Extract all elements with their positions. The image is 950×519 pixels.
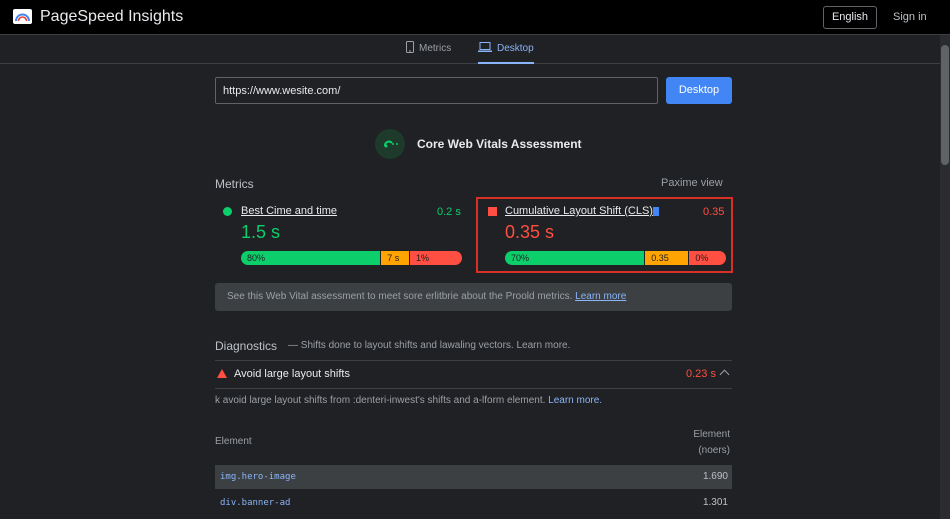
table-cell-value: 1.301: [702, 497, 728, 508]
device-tab-bar: Metrics Desktop: [0, 35, 950, 64]
highlight-box: [476, 197, 733, 273]
analyze-button[interactable]: Desktop: [666, 77, 732, 104]
distribution-bar-1: 80% 7 s 1%: [241, 251, 462, 265]
tab-metrics-label: Metrics: [419, 43, 452, 54]
table-header-value-line-1: Element: [693, 429, 730, 440]
table-cell-element: div.banner-ad: [220, 498, 291, 508]
pagespeed-logo-icon: [13, 9, 32, 24]
info-learn-more-link[interactable]: Learn more: [575, 291, 626, 302]
tab-metrics[interactable]: Metrics: [406, 35, 451, 64]
table-row[interactable]: div.banner-ad 1.301: [215, 491, 732, 515]
view-toggle[interactable]: Paxime view: [661, 177, 723, 189]
core-web-vitals-icon: [375, 129, 405, 159]
metric-value-big-1: 1.5 s: [241, 222, 281, 242]
language-button[interactable]: English: [823, 6, 877, 29]
warning-triangle-icon: [217, 369, 227, 378]
divider: [215, 360, 732, 361]
assessment-title: Core Web Vitals Assessment: [417, 137, 582, 151]
poor-segment: 1%: [408, 251, 462, 265]
tab-desktop-label: Desktop: [497, 43, 534, 54]
table-header-element: Element: [215, 436, 252, 447]
table-header-value: Element (noers): [680, 427, 730, 459]
phone-icon: [406, 41, 414, 54]
diagnostics-description: — Shifts done to layout shifts and lawal…: [288, 340, 571, 351]
audit-value: 0.23 s: [686, 368, 716, 380]
sign-in-link[interactable]: Sign in: [893, 11, 927, 23]
scrollbar-thumb[interactable]: [941, 45, 949, 165]
audit-title: Avoid large layout shifts: [234, 368, 350, 380]
divider: [215, 388, 732, 389]
audit-description: k avoid large layout shifts from :denter…: [215, 395, 602, 406]
metric-value-small-1: 0.2 s: [437, 206, 461, 218]
tab-desktop[interactable]: Desktop: [478, 35, 534, 64]
chevron-up-icon[interactable]: [719, 369, 730, 380]
needs-improvement-segment: 7 s: [380, 251, 409, 265]
top-bar: PageSpeed Insights English Sign in: [0, 0, 950, 35]
info-box: See this Web Vital assessment to meet so…: [215, 283, 732, 311]
laptop-icon: [478, 42, 492, 53]
info-text: See this Web Vital assessment to meet so…: [227, 291, 573, 302]
metrics-section-label: Metrics: [215, 177, 254, 191]
audit-learn-more-link[interactable]: Learn more.: [548, 395, 602, 406]
table-cell-element: img.hero-image: [220, 472, 296, 482]
table-header-value-line-2: (noers): [698, 445, 730, 456]
url-input[interactable]: [215, 77, 658, 104]
good-status-dot-icon: [223, 207, 232, 216]
audit-description-text: k avoid large layout shifts from :denter…: [215, 395, 546, 406]
table-row[interactable]: img.hero-image 1.690: [215, 465, 732, 489]
app-title: PageSpeed Insights: [40, 8, 184, 25]
metric-name-1[interactable]: Best Cime and time: [241, 205, 337, 217]
good-segment: 80%: [241, 251, 381, 265]
table-cell-value: 1.690: [702, 471, 728, 482]
diagnostics-title: Diagnostics: [215, 339, 278, 353]
page-scrollbar[interactable]: [940, 35, 950, 519]
